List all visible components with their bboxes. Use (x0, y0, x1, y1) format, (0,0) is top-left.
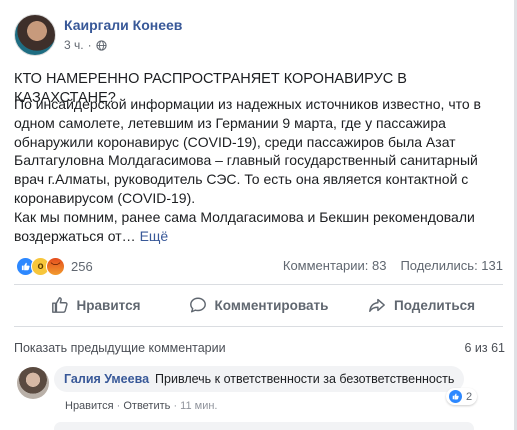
divider-bottom (14, 326, 503, 327)
angry-icon: ︶ (46, 257, 65, 276)
post-body: По инсайдерской информации из надежных и… (14, 95, 509, 245)
post-paragraph-2-text: Как мы помним, ранее сама Молдагасимова … (14, 208, 475, 244)
see-more-link[interactable]: Ещё (140, 228, 169, 244)
divider-top (14, 284, 503, 285)
share-icon (369, 298, 385, 313)
author-avatar[interactable] (14, 14, 56, 56)
post-card: Каиргали Конеев 3 ч. · КТО НАМЕРЕННО РАС… (0, 0, 517, 430)
reactions-summary[interactable]: o ︶ 256 (16, 257, 93, 276)
comment-text: Привлечь к ответственности за безответст… (155, 372, 455, 386)
share-label: Поделиться (393, 297, 476, 313)
comment-reply-link[interactable]: Ответить (123, 400, 170, 412)
comment-like-link[interactable]: Нравится (65, 400, 114, 412)
comment-actions: Нравится · Ответить · 11 мин. (65, 400, 218, 412)
comment-author[interactable]: Галия Умеева (64, 372, 149, 386)
separator-dot: · (87, 38, 92, 52)
author-name[interactable]: Каиргали Конеев (64, 17, 182, 33)
comment-time[interactable]: 11 мин. (180, 400, 217, 412)
comment-icon (189, 297, 206, 313)
post-counts: Комментарии: 83 Поделились: 131 (283, 258, 503, 273)
post-time[interactable]: 3 ч. (64, 38, 84, 52)
like-label: Нравится (76, 297, 141, 313)
comment-like-count: 2 (466, 390, 473, 403)
comment-button[interactable]: Комментировать (177, 289, 340, 321)
show-previous-comments[interactable]: Показать предыдущие комментарии (14, 341, 226, 355)
post-meta: 3 ч. · (64, 38, 107, 52)
next-comment-bubble (54, 422, 474, 430)
post-paragraph-2: Как мы помним, ранее сама Молдагасимова … (14, 208, 509, 246)
comments-counter: 6 из 61 (464, 341, 505, 355)
comment-label: Комментировать (214, 297, 329, 313)
comments-count[interactable]: Комментарии: 83 (283, 258, 387, 273)
like-button[interactable]: Нравится (14, 289, 177, 321)
globe-icon[interactable] (95, 39, 107, 51)
comment-reactions[interactable]: 2 (446, 388, 478, 405)
shares-count[interactable]: Поделились: 131 (400, 258, 503, 273)
reaction-count[interactable]: 256 (71, 259, 93, 274)
like-icon (448, 389, 463, 404)
share-button[interactable]: Поделиться (340, 289, 503, 321)
commenter-avatar[interactable] (17, 367, 49, 399)
post-actions: Нравится Комментировать Поделиться (14, 289, 503, 321)
comment-bubble: Галия Умеева Привлечь к ответственности … (54, 366, 465, 392)
post-paragraph: По инсайдерской информации из надежных и… (14, 96, 481, 206)
thumb-up-icon (51, 297, 68, 313)
